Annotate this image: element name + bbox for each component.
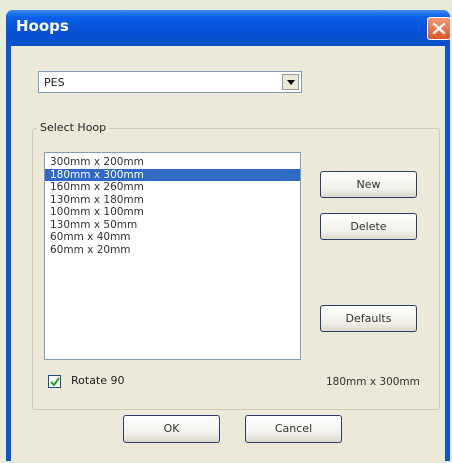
- list-item[interactable]: 100mm x 100mm: [45, 206, 300, 219]
- rotate-label: Rotate 90: [71, 374, 125, 387]
- list-item[interactable]: 160mm x 260mm: [45, 181, 300, 194]
- new-button[interactable]: New: [320, 171, 417, 198]
- hoop-list[interactable]: 300mm x 200mm 180mm x 300mm 160mm x 260mm 1…: [44, 152, 301, 360]
- selected-size-label: 180mm x 300mm: [326, 376, 420, 388]
- cancel-button[interactable]: Cancel: [245, 415, 342, 443]
- format-dropdown[interactable]: PES: [38, 71, 302, 93]
- check-icon: [50, 377, 60, 387]
- rotate-checkbox[interactable]: [48, 375, 61, 388]
- delete-button[interactable]: Delete: [320, 213, 417, 240]
- format-dropdown-value: PES: [44, 76, 65, 89]
- select-hoop-label: Select Hoop: [37, 121, 110, 134]
- close-button[interactable]: [427, 17, 451, 40]
- close-icon: [432, 22, 446, 35]
- list-item[interactable]: 300mm x 200mm: [45, 156, 300, 169]
- title-bar: Hoops: [6, 10, 451, 46]
- list-item[interactable]: 60mm x 20mm: [45, 244, 300, 257]
- list-item[interactable]: 180mm x 300mm: [45, 168, 300, 181]
- list-item[interactable]: 60mm x 40mm: [45, 231, 300, 244]
- dropdown-button[interactable]: [282, 74, 299, 90]
- list-item[interactable]: 130mm x 180mm: [45, 194, 300, 207]
- defaults-button[interactable]: Defaults: [320, 305, 417, 332]
- ok-button[interactable]: OK: [123, 415, 220, 443]
- list-item[interactable]: 130mm x 50mm: [45, 219, 300, 232]
- window-title: Hoops: [16, 17, 69, 35]
- chevron-down-icon: [287, 80, 295, 85]
